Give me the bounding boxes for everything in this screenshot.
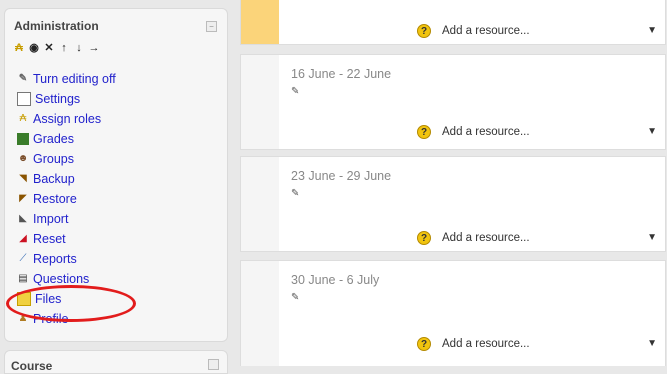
week-section: 16 June - 22 June ✎ ? Add a resource... …	[240, 54, 666, 150]
admin-item-label[interactable]: Turn editing off	[33, 72, 116, 86]
backup-icon: ◥	[19, 173, 27, 184]
week-section: ? Add a resource... ▼	[240, 0, 666, 45]
dropdown-arrow-icon: ▼	[647, 126, 657, 137]
admin-item-label[interactable]: Import	[33, 212, 68, 226]
move-down-icon[interactable]: ↓	[73, 42, 85, 54]
week-title: 16 June - 22 June	[291, 67, 392, 81]
week-gutter	[241, 261, 279, 366]
admin-item-label[interactable]: Backup	[33, 172, 75, 186]
admin-item-reset[interactable]: ◢ Reset	[17, 229, 116, 249]
course-weeks: ? Add a resource... ▼ 16 June - 22 June …	[236, 0, 667, 366]
admin-item-label[interactable]: Settings	[35, 92, 80, 106]
edit-summary-icon[interactable]: ✎	[291, 188, 299, 199]
dropdown-arrow-icon: ▼	[647, 338, 657, 349]
roles-icon: ₳	[19, 113, 27, 124]
restore-icon: ◤	[19, 193, 27, 204]
add-resource-select[interactable]: Add a resource... ▼	[437, 335, 662, 353]
admin-item-label[interactable]: Assign roles	[33, 112, 101, 126]
help-icon[interactable]: ?	[417, 24, 431, 38]
course-block-title: Course	[11, 359, 53, 373]
admin-item-grades[interactable]: Grades	[17, 129, 116, 149]
week-section: 30 June - 6 July ✎ ? Add a resource... ▼	[240, 260, 666, 366]
admin-item-restore[interactable]: ◤ Restore	[17, 189, 116, 209]
dropdown-arrow-icon: ▼	[647, 25, 657, 36]
admin-title: Administration	[14, 19, 99, 33]
roles-icon[interactable]: ₳	[13, 42, 25, 54]
admin-item-assign-roles[interactable]: ₳ Assign roles	[17, 109, 116, 129]
reports-icon: ⟋	[19, 253, 27, 264]
groups-icon: ☻	[17, 153, 29, 164]
files-highlight-ellipse	[6, 285, 136, 322]
week-title: 23 June - 29 June	[291, 169, 392, 183]
add-resource-label: Add a resource...	[442, 25, 530, 37]
import-icon: ◣	[19, 213, 27, 224]
admin-item-groups[interactable]: ☻ Groups	[17, 149, 116, 169]
admin-item-label[interactable]: Reports	[33, 252, 77, 266]
edit-toggle-icon: ✎	[18, 73, 28, 84]
admin-item-import[interactable]: ◣ Import	[17, 209, 116, 229]
hide-eye-icon[interactable]: ◉	[28, 42, 40, 54]
settings-icon	[17, 92, 31, 106]
block-hide-icon[interactable]: −	[206, 21, 217, 32]
help-icon[interactable]: ?	[417, 231, 431, 245]
block-controls: ₳ ◉ ✕ ↑ ↓ →	[13, 41, 100, 55]
admin-item-label[interactable]: Groups	[33, 152, 74, 166]
reset-icon: ◢	[19, 233, 27, 244]
admin-header: Administration −	[10, 19, 219, 35]
dropdown-arrow-icon: ▼	[647, 232, 657, 243]
move-right-icon[interactable]: →	[88, 42, 100, 54]
add-resource-label: Add a resource...	[442, 126, 530, 138]
admin-item-reports[interactable]: ⟋ Reports	[17, 249, 116, 269]
admin-item-settings[interactable]: Settings	[17, 89, 116, 109]
help-icon[interactable]: ?	[417, 337, 431, 351]
admin-item-label[interactable]: Restore	[33, 192, 77, 206]
add-resource-select[interactable]: Add a resource... ▼	[437, 123, 662, 141]
edit-summary-icon[interactable]: ✎	[291, 86, 299, 97]
help-icon[interactable]: ?	[417, 125, 431, 139]
course-block: Course	[4, 350, 228, 374]
add-resource-label: Add a resource...	[442, 232, 530, 244]
week-gutter	[241, 55, 279, 149]
admin-item-label[interactable]: Reset	[33, 232, 66, 246]
add-resource-select[interactable]: Add a resource... ▼	[437, 229, 662, 247]
move-up-icon[interactable]: ↑	[58, 42, 70, 54]
add-resource-label: Add a resource...	[442, 338, 530, 350]
week-gutter	[241, 157, 279, 251]
admin-item-label[interactable]: Grades	[33, 132, 74, 146]
admin-item-label[interactable]: Questions	[33, 272, 89, 286]
questions-icon: ▤	[18, 273, 28, 284]
week-gutter	[241, 0, 279, 44]
admin-item-turn-editing-off[interactable]: ✎ Turn editing off	[17, 69, 116, 89]
week-title: 30 June - 6 July	[291, 273, 380, 287]
delete-icon[interactable]: ✕	[43, 42, 55, 54]
edit-summary-icon[interactable]: ✎	[291, 292, 299, 303]
admin-item-backup[interactable]: ◥ Backup	[17, 169, 116, 189]
grades-icon	[17, 133, 29, 145]
add-resource-select[interactable]: Add a resource... ▼	[437, 22, 662, 40]
week-section: 23 June - 29 June ✎ ? Add a resource... …	[240, 156, 666, 252]
